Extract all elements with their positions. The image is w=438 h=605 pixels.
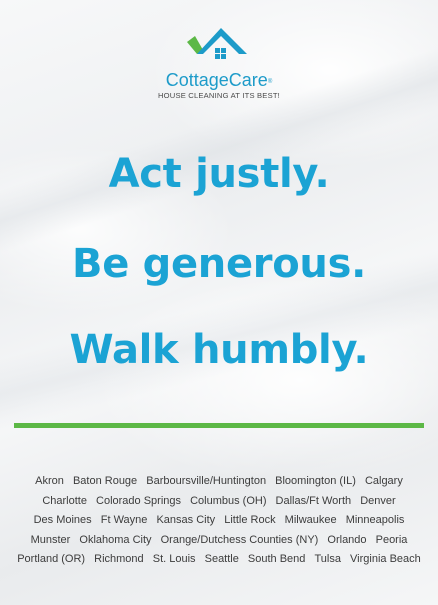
location-item: Seattle [204, 553, 239, 565]
location-item: Denver [360, 494, 396, 507]
brand-tagline: HOUSE CLEANING AT ITS BEST! [157, 91, 280, 100]
location-item: Tulsa [314, 553, 341, 565]
location-item: Charlotte [42, 494, 87, 507]
house-roof-icon [187, 28, 247, 59]
location-item: Oklahoma City [79, 533, 152, 546]
location-item: Orange/Dutchess Counties (NY) [160, 533, 319, 546]
brand-name: CottageCare® [165, 70, 273, 90]
green-divider [14, 423, 424, 428]
location-item: Portland (OR) [17, 553, 86, 565]
location-item: Dallas/Ft Worth [275, 494, 352, 507]
location-item: Akron [35, 475, 64, 487]
location-item: Colorado Springs [96, 494, 182, 507]
headline-act-justly: Act justly. [108, 151, 330, 197]
location-item: Orlando [327, 533, 367, 546]
location-item: Calgary [364, 475, 403, 487]
location-item: Minneapolis [345, 514, 405, 526]
location-item: Munster [30, 533, 71, 546]
location-item: Richmond [94, 553, 144, 565]
location-item: Virginia Beach [350, 553, 421, 565]
location-item: Des Moines [33, 514, 92, 526]
location-item: Baton Rouge [72, 475, 138, 487]
location-item: St. Louis [152, 553, 196, 565]
location-item: Milwaukee [284, 514, 337, 526]
location-item: Barboursville/Huntington [146, 475, 267, 487]
cottagecare-logo: CottageCare® HOUSE CLEANING AT ITS BEST! [0, 20, 438, 101]
location-item: Peoria [375, 533, 408, 546]
location-item: Little Rock [224, 514, 276, 526]
location-item: Kansas City [156, 514, 216, 526]
headline-walk-humbly: Walk humbly. [69, 327, 369, 373]
location-item: South Bend [247, 553, 306, 565]
location-item: Bloomington (IL) [275, 475, 356, 487]
location-item: Columbus (OH) [190, 494, 267, 507]
location-item: Ft Wayne [100, 514, 148, 526]
locations-list: Akron Baton Rouge Barboursville/Huntingt… [14, 472, 424, 570]
headline-be-generous: Be generous. [72, 241, 366, 287]
